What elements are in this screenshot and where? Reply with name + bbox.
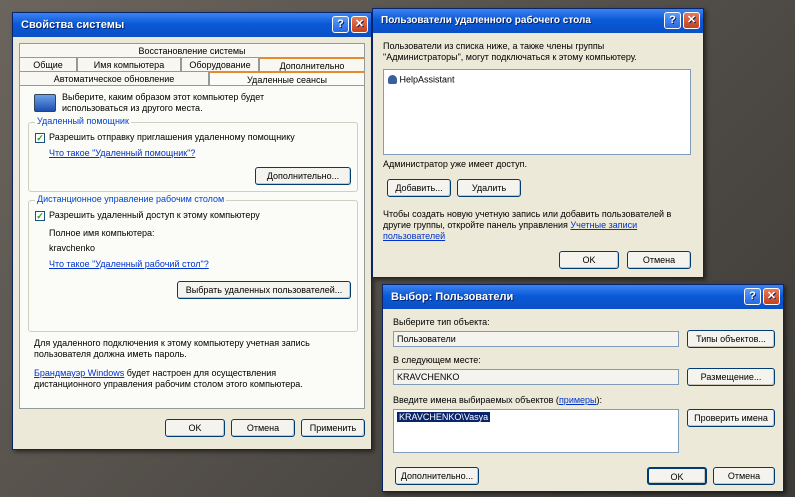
remote-users-titlebar[interactable]: Пользователи удаленного рабочего стола ?…: [373, 9, 703, 33]
remote-desktop-group: Дистанционное управление рабочим столом …: [28, 194, 358, 332]
ok-button[interactable]: OK: [165, 419, 225, 437]
advanced-button[interactable]: Дополнительно...: [395, 467, 479, 485]
tab-page: Выберите, каким образом этот компьютер б…: [19, 85, 365, 409]
intro-text: Выберите, каким образом этот компьютер б…: [62, 92, 265, 113]
create-note-line1: Чтобы создать новую учетную запись или д…: [383, 209, 672, 219]
list-item[interactable]: HelpAssistant: [388, 74, 455, 86]
close-icon[interactable]: ✕: [351, 16, 368, 33]
desktop-checkbox-label: Разрешить удаленный доступ к этому компь…: [49, 210, 260, 220]
cancel-button[interactable]: Отмена: [713, 467, 775, 485]
check-names-button[interactable]: Проверить имена: [687, 409, 775, 427]
names-label: Введите имена выбираемых объектов (приме…: [393, 395, 603, 405]
help-icon[interactable]: ?: [332, 16, 349, 33]
remove-button[interactable]: Удалить: [457, 179, 521, 197]
help-icon[interactable]: ?: [744, 288, 761, 305]
full-name-label: Полное имя компьютера:: [49, 228, 155, 238]
assist-checkbox-label: Разрешить отправку приглашения удаленном…: [49, 132, 295, 142]
select-remote-users-button[interactable]: Выбрать удаленных пользователей...: [177, 281, 351, 299]
full-name-value: kravchenko: [49, 243, 96, 253]
ok-button[interactable]: OK: [647, 467, 707, 485]
tab-remote-sessions[interactable]: Удаленные сеансы: [209, 71, 365, 85]
select-users-titlebar[interactable]: Выбор: Пользователи ? ✕: [383, 285, 783, 309]
help-icon[interactable]: ?: [664, 12, 681, 29]
group-title: Удаленный помощник: [35, 116, 131, 126]
desktop-help-link[interactable]: Что такое "Удаленный рабочий стол"?: [49, 259, 209, 269]
location-field: KRAVCHENKO: [393, 369, 679, 385]
tab-general[interactable]: Общие: [19, 57, 77, 71]
accounts-link-cont[interactable]: пользователей: [383, 231, 445, 241]
tab-hardware[interactable]: Оборудование: [181, 57, 259, 71]
system-properties-window: Свойства системы ? ✕ Восстановление сист…: [12, 12, 372, 450]
examples-link[interactable]: примеры: [559, 395, 597, 405]
firewall-note-line1: Брандмауэр Windows будет настроен для ос…: [34, 368, 277, 378]
tab-system-restore[interactable]: Восстановление системы: [19, 43, 365, 57]
object-type-label: Выберите тип объекта:: [393, 317, 490, 327]
tab-advanced[interactable]: Дополнительно: [259, 57, 365, 71]
cancel-button[interactable]: Отмена: [231, 419, 295, 437]
ok-button[interactable]: OK: [559, 251, 619, 269]
object-types-button[interactable]: Типы объектов...: [687, 330, 775, 348]
users-list[interactable]: HelpAssistant: [383, 69, 691, 155]
firewall-link[interactable]: Брандмауэр Windows: [34, 368, 124, 378]
apply-button[interactable]: Применить: [301, 419, 365, 437]
admin-note: Администратор уже имеет доступ.: [383, 159, 527, 169]
user-icon: [388, 75, 397, 85]
system-properties-titlebar[interactable]: Свойства системы ? ✕: [13, 13, 371, 37]
select-users-window: Выбор: Пользователи ? ✕ Выберите тип объ…: [382, 284, 784, 492]
desktop-checkbox[interactable]: ✓: [35, 211, 45, 221]
remote-assistance-group: Удаленный помощник ✓ Разрешить отправку …: [28, 116, 358, 192]
password-note: Для удаленного подключения к этому компь…: [34, 338, 310, 359]
users-intro-text: Пользователи из списка ниже, а также чле…: [383, 41, 637, 62]
locations-button[interactable]: Размещение...: [687, 368, 775, 386]
names-input-value: KRAVCHENKO\Vasya: [397, 412, 491, 422]
tab-computer-name[interactable]: Имя компьютера: [77, 57, 181, 71]
remote-desktop-users-window: Пользователи удаленного рабочего стола ?…: [372, 8, 704, 278]
assist-advanced-button[interactable]: Дополнительно...: [255, 167, 351, 185]
names-input[interactable]: KRAVCHENKO\Vasya: [393, 409, 679, 453]
accounts-link[interactable]: Учетные записи: [570, 220, 637, 230]
close-icon[interactable]: ✕: [683, 12, 700, 29]
window-title: Выбор: Пользователи: [391, 291, 514, 303]
window-title: Свойства системы: [21, 19, 125, 31]
add-button[interactable]: Добавить...: [387, 179, 451, 197]
assist-help-link[interactable]: Что такое "Удаленный помощник"?: [49, 148, 195, 158]
cancel-button[interactable]: Отмена: [627, 251, 691, 269]
create-note-line2: другие группы, откройте панель управлени…: [383, 220, 638, 230]
location-label: В следующем месте:: [393, 355, 481, 365]
window-title: Пользователи удаленного рабочего стола: [381, 15, 591, 26]
tab-automatic-updates[interactable]: Автоматическое обновление: [19, 71, 209, 85]
close-icon[interactable]: ✕: [763, 288, 780, 305]
object-type-field: Пользователи: [393, 331, 679, 347]
monitor-icon: [34, 94, 56, 112]
firewall-note-line2: дистанционного управления рабочим столом…: [34, 379, 303, 389]
assist-checkbox[interactable]: ✓: [35, 133, 45, 143]
group-title: Дистанционное управление рабочим столом: [35, 194, 227, 204]
